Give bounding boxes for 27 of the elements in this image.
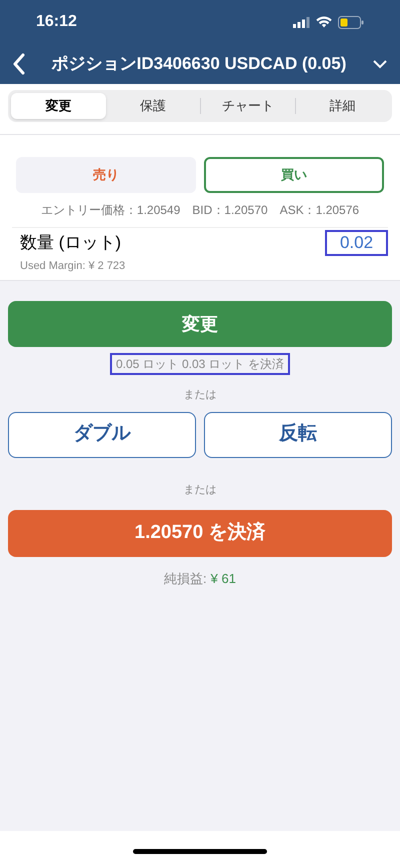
quote-text: ASK：1.20576 [280,202,360,219]
pnl-label: 純損益: [164,570,207,588]
tab[interactable]: 保護 [106,93,200,119]
pnl-value: ¥ 61 [210,570,236,588]
or-text: または [184,388,216,403]
modify-button[interactable]: 変更 [8,301,392,347]
or-text: または [184,482,216,498]
back-icon[interactable] [12,53,26,75]
tab[interactable]: 変更 [11,93,106,119]
tab[interactable]: チャート [201,93,294,119]
status-time: 16:12 [36,12,77,32]
chevron-down-icon[interactable] [372,59,388,69]
reverse-button[interactable]: 反転 [204,412,392,458]
double-button[interactable]: ダブル [8,412,196,458]
quantity-field[interactable]: 0.02 [325,230,388,256]
wifi-icon [316,16,332,28]
battery-icon [338,16,364,28]
signal-icon [293,16,310,28]
used-margin: Used Margin: ¥ 2 723 [20,258,126,274]
close-position-button[interactable]: 1.20570 を決済 [8,510,392,557]
quote-text: BID：1.20570 [192,202,268,219]
quantity-label: 数量 (ロット) [20,232,122,254]
tab[interactable]: 詳細 [296,93,389,119]
quote-text: エントリー価格：1.20549 [40,202,180,219]
screen-title: ポジションID3406630 USDCAD (0.05) [50,53,348,76]
close-note: 0.05 ロット 0.03 ロット を決済 [110,353,290,375]
buy-button[interactable]: 買い [204,157,384,193]
